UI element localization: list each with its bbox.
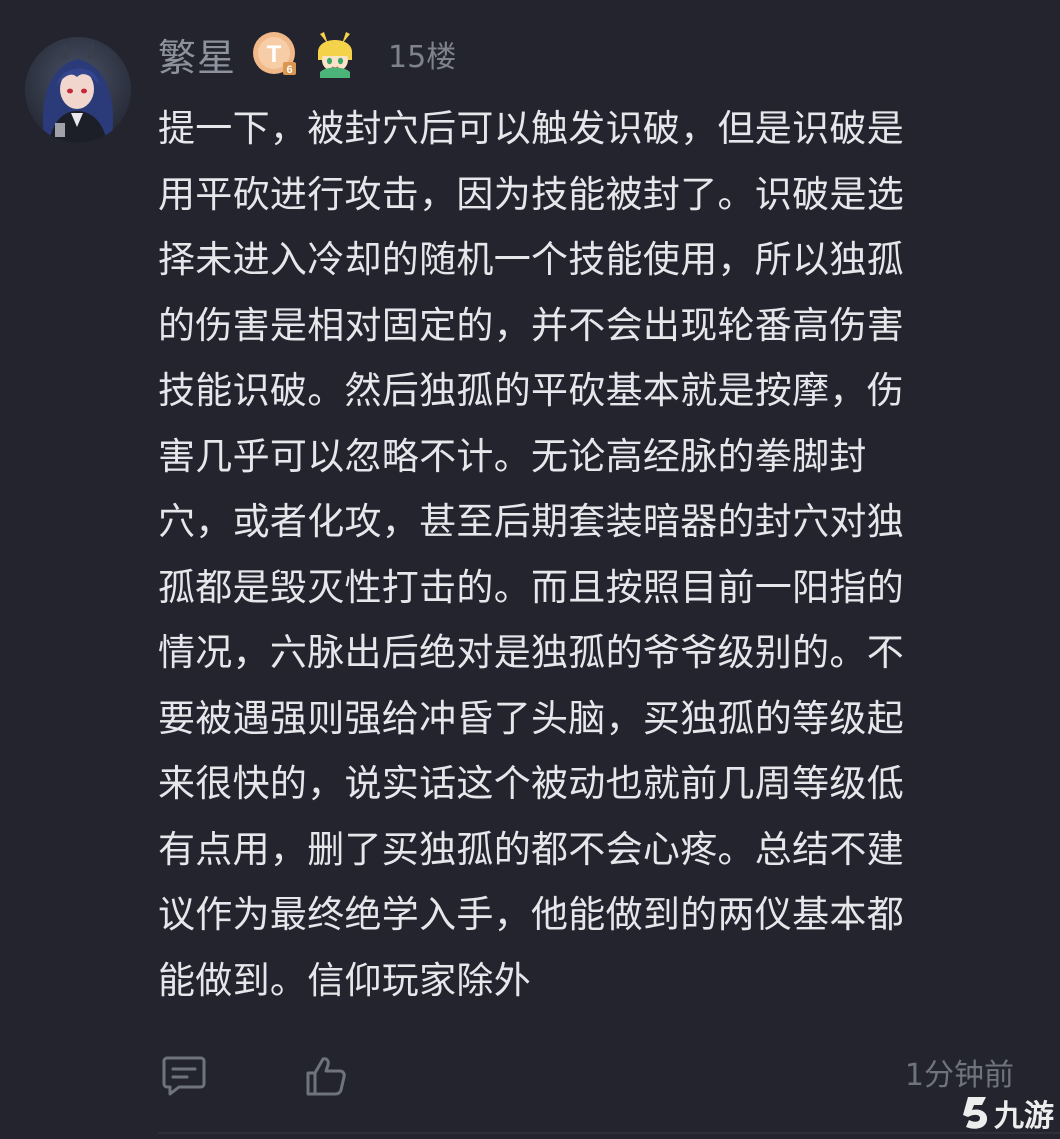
comment-body: 提一下，被封穴后可以触发识破，但是识破是 用平砍进行攻击，因为技能被封了。识破是选…	[158, 96, 1003, 1013]
comment-line: 有点用，删了买独孤的都不会心疼。总结不建	[158, 827, 904, 871]
thumbs-up-icon	[306, 1057, 346, 1096]
reply-button[interactable]	[160, 1052, 208, 1100]
level-badge-letter: T	[267, 41, 282, 68]
svg-text:6: 6	[286, 64, 292, 76]
comment-line: 情况，六脉出后绝对是独孤的爷爷级别的。不	[158, 631, 904, 674]
comment-line: 孤都是毁灭性打击的。而且按照目前一阳指的	[158, 565, 904, 609]
comment-line: 技能识破。然后独孤的平砍基本就是按摩，伤	[158, 369, 904, 412]
comment-line: 能做到。信仰玩家除外	[158, 958, 531, 1002]
like-button[interactable]	[302, 1052, 350, 1100]
watermark-text: 九游	[994, 1099, 1054, 1134]
comment-line: 穴，或者化攻，甚至后期套装暗器的封穴对独	[158, 500, 904, 543]
level-badge-icon[interactable]: T 6	[252, 31, 298, 77]
watermark: 九游	[958, 1091, 1054, 1135]
comment-line: 提一下，被封穴后可以触发识破，但是识破是	[158, 107, 904, 150]
comment-line: 择未进入冷却的随机一个技能使用，所以独孤	[158, 238, 904, 281]
comment-line: 议作为最终绝学入手，他能做到的两仪基本都	[158, 893, 904, 936]
comment-screen: 繁星 T 6 15楼 提一下，被封穴后可以触发识破，但是识破是 用平砍进行攻击，…	[0, 0, 1060, 1139]
comment-line: 害几乎可以忽略不计。无论高经脉的拳脚封	[158, 434, 867, 478]
character-badge-icon[interactable]	[312, 30, 358, 78]
avatar[interactable]	[25, 37, 131, 143]
comment-actions	[160, 1052, 350, 1100]
comment-line: 用平砍进行攻击，因为技能被封了。识破是选	[158, 172, 904, 216]
floor-number: 15楼	[388, 40, 457, 75]
comment-line: 要被遇强则强给冲昏了头脑，买独孤的等级起	[158, 696, 904, 740]
username[interactable]: 繁星	[158, 27, 236, 82]
comment-icon	[162, 1056, 206, 1096]
jiuyou-logo-icon	[963, 1097, 988, 1129]
post-time: 1分钟前	[904, 1058, 1014, 1088]
comment-line: 来很快的，说实话这个被动也就前几周等级低	[158, 762, 904, 805]
avatar-image	[25, 37, 131, 143]
divider	[158, 1132, 1060, 1134]
comment-header: 繁星 T 6 15楼	[158, 28, 456, 80]
comment-line: 的伤害是相对固定的，并不会出现轮番高伤害	[158, 303, 904, 347]
